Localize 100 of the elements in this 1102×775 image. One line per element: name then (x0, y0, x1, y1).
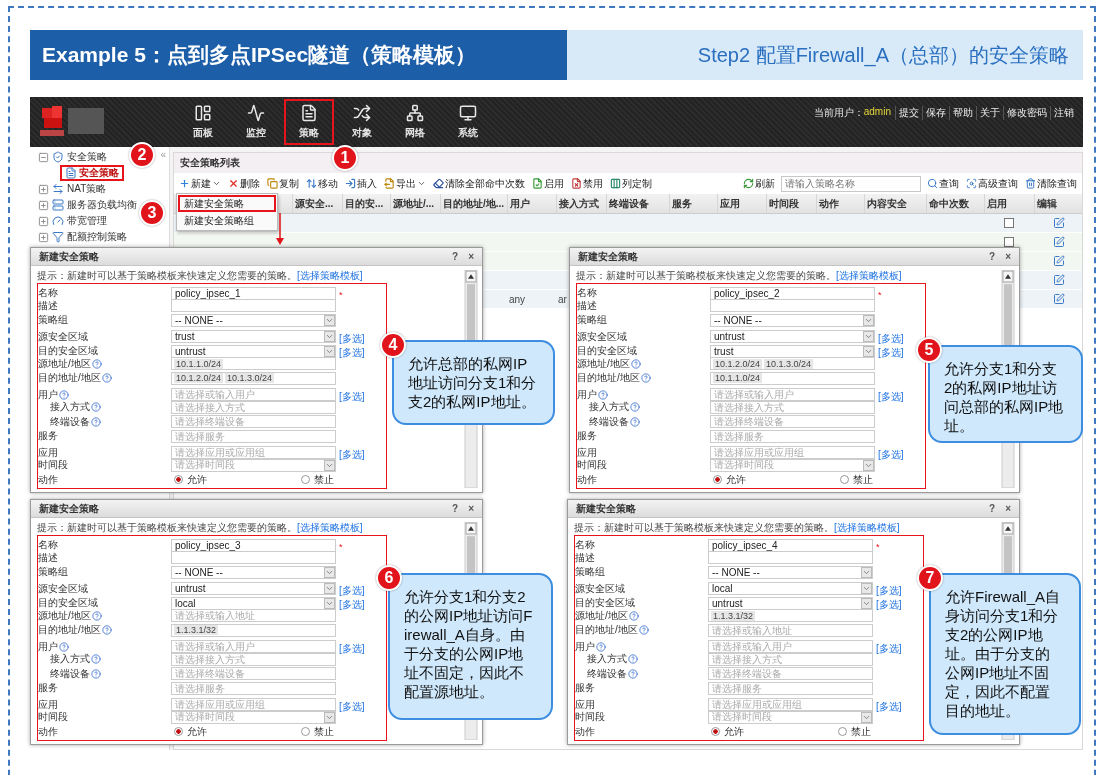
template-link[interactable]: [选择策略模板] (297, 270, 363, 281)
column-header[interactable]: 源安全... (292, 194, 342, 213)
toolbar-button[interactable]: 新建 (178, 176, 222, 191)
help-icon[interactable] (638, 625, 649, 636)
toolbar-button[interactable]: 启用 (531, 176, 565, 191)
select-field[interactable]: untrust (171, 344, 336, 358)
expand-toggle-icon[interactable] (38, 231, 49, 243)
column-header[interactable]: 动作 (816, 194, 864, 213)
select-field[interactable]: untrust (710, 330, 875, 343)
text-field[interactable]: 请选择服务 (171, 681, 336, 695)
text-field[interactable]: policy_ipsec_1 (171, 286, 336, 300)
text-field[interactable]: 请选择终端设备 (710, 415, 875, 429)
text-field[interactable] (171, 299, 336, 313)
text-field[interactable]: 请选择或输入用户 (171, 388, 336, 401)
column-header[interactable]: 服务 (669, 194, 717, 213)
text-field[interactable]: 请选择终端设备 (171, 415, 336, 429)
toolbar-button[interactable]: 清除全部命中次数 (432, 176, 526, 191)
close-button[interactable]: × (1005, 503, 1011, 514)
tree-item[interactable]: 配额控制策略 (67, 230, 127, 244)
multi-select-link[interactable]: [多选] (876, 448, 904, 460)
help-icon[interactable] (596, 641, 606, 652)
multi-select-link[interactable]: [多选] (876, 332, 904, 344)
radio-button[interactable] (840, 475, 849, 485)
text-field[interactable]: 请选择应用或应用组 (710, 446, 875, 459)
toolbar-button[interactable]: 高级查询 (965, 176, 1019, 191)
nav-tab[interactable]: 网络 (390, 99, 440, 145)
multi-select-link[interactable]: [多选] (337, 448, 365, 460)
help-button[interactable]: ? (452, 503, 459, 514)
toolbar-button[interactable]: 移动 (305, 176, 339, 191)
column-header[interactable]: 接入方式 (556, 194, 606, 213)
expand-toggle-icon[interactable] (38, 183, 49, 195)
help-icon[interactable] (59, 641, 69, 652)
multi-select-link[interactable]: [多选] (337, 700, 365, 712)
column-header[interactable]: 时间段 (766, 194, 816, 213)
column-header[interactable]: 目的地址/地... (440, 194, 507, 213)
help-icon[interactable] (630, 416, 640, 427)
expand-toggle-icon[interactable] (38, 199, 49, 211)
edit-icon[interactable] (1053, 255, 1065, 267)
text-field[interactable]: 请选择服务 (708, 681, 873, 695)
nav-tab[interactable]: 对象 (337, 99, 387, 145)
help-icon[interactable] (91, 358, 102, 369)
text-field[interactable]: 请选择或输入用户 (710, 388, 875, 401)
address-field[interactable]: 1.1.3.1/32 (708, 609, 873, 623)
nav-tab[interactable]: 策略 (284, 99, 334, 145)
column-header[interactable]: 启用 (984, 194, 1034, 213)
edit-icon[interactable] (1053, 293, 1065, 305)
multi-select-link[interactable]: [多选] (874, 584, 902, 596)
tree-item[interactable]: NAT策略 (67, 182, 107, 196)
select-field[interactable]: -- NONE -- (710, 313, 875, 327)
multi-select-link[interactable]: [多选] (337, 390, 365, 402)
nav-tab[interactable]: 系统 (443, 99, 493, 145)
multi-select-link[interactable]: [多选] (337, 599, 365, 610)
menu-item[interactable]: 新建安全策略组 (178, 212, 276, 229)
header-link[interactable]: 修改密码 (1003, 106, 1050, 120)
toolbar-button[interactable]: 导出 (383, 176, 427, 191)
help-icon[interactable] (91, 402, 101, 413)
select-field[interactable]: -- NONE -- (171, 313, 336, 327)
help-icon[interactable] (640, 373, 651, 384)
collapse-toggle-icon[interactable] (38, 151, 49, 163)
table-row[interactable] (174, 214, 1082, 233)
radio-button[interactable] (301, 475, 310, 485)
column-header[interactable]: 源地址/... (390, 194, 440, 213)
text-field[interactable]: 请选择应用或应用组 (708, 698, 873, 711)
column-header[interactable]: 应用 (717, 194, 766, 213)
help-icon[interactable] (628, 654, 638, 665)
help-icon[interactable] (628, 668, 638, 679)
address-field[interactable]: 10.1.2.0/24 10.1.3.0/24 (710, 357, 875, 371)
multi-select-link[interactable]: [多选] (337, 642, 365, 654)
header-link[interactable]: 提交 (895, 106, 922, 120)
column-header[interactable]: 内容安全 (864, 194, 926, 213)
help-icon[interactable] (91, 654, 101, 665)
text-field[interactable]: policy_ipsec_3 (171, 538, 336, 552)
text-field[interactable]: 请选择应用或应用组 (171, 698, 336, 711)
close-button[interactable]: × (1005, 251, 1011, 262)
header-link[interactable]: 保存 (922, 106, 949, 120)
toolbar-button[interactable]: 列定制 (609, 176, 653, 191)
edit-icon[interactable] (1053, 217, 1065, 229)
help-icon[interactable] (91, 668, 101, 679)
radio-button[interactable] (174, 727, 183, 737)
text-field[interactable]: 请选择终端设备 (708, 667, 873, 681)
text-field[interactable]: 请选择或输入用户 (171, 640, 336, 653)
search-field[interactable]: 请输入策略名称 (781, 175, 921, 192)
toolbar-button[interactable]: 禁用 (570, 176, 604, 191)
nav-tab[interactable]: 面板 (178, 99, 228, 145)
tree-item[interactable]: 安全策略 (67, 150, 107, 164)
help-button[interactable]: ? (452, 251, 459, 262)
text-field[interactable]: 请选择服务 (710, 429, 875, 443)
column-header[interactable]: 编辑 (1034, 194, 1084, 213)
toolbar-button[interactable]: 删除 (227, 176, 261, 191)
multi-select-link[interactable]: [多选] (337, 332, 365, 344)
template-link[interactable]: [选择策略模板] (297, 522, 363, 533)
tree-item[interactable]: 服务器负载均衡 (67, 198, 137, 212)
text-field[interactable]: policy_ipsec_2 (710, 286, 875, 300)
select-field[interactable]: trust (171, 330, 336, 343)
radio-button[interactable] (174, 475, 183, 485)
nav-tab[interactable]: 监控 (231, 99, 281, 145)
checkbox[interactable] (1004, 218, 1014, 228)
text-field[interactable]: 请选择应用或应用组 (171, 446, 336, 459)
help-icon[interactable] (101, 625, 112, 636)
column-header[interactable]: 目的安... (342, 194, 390, 213)
